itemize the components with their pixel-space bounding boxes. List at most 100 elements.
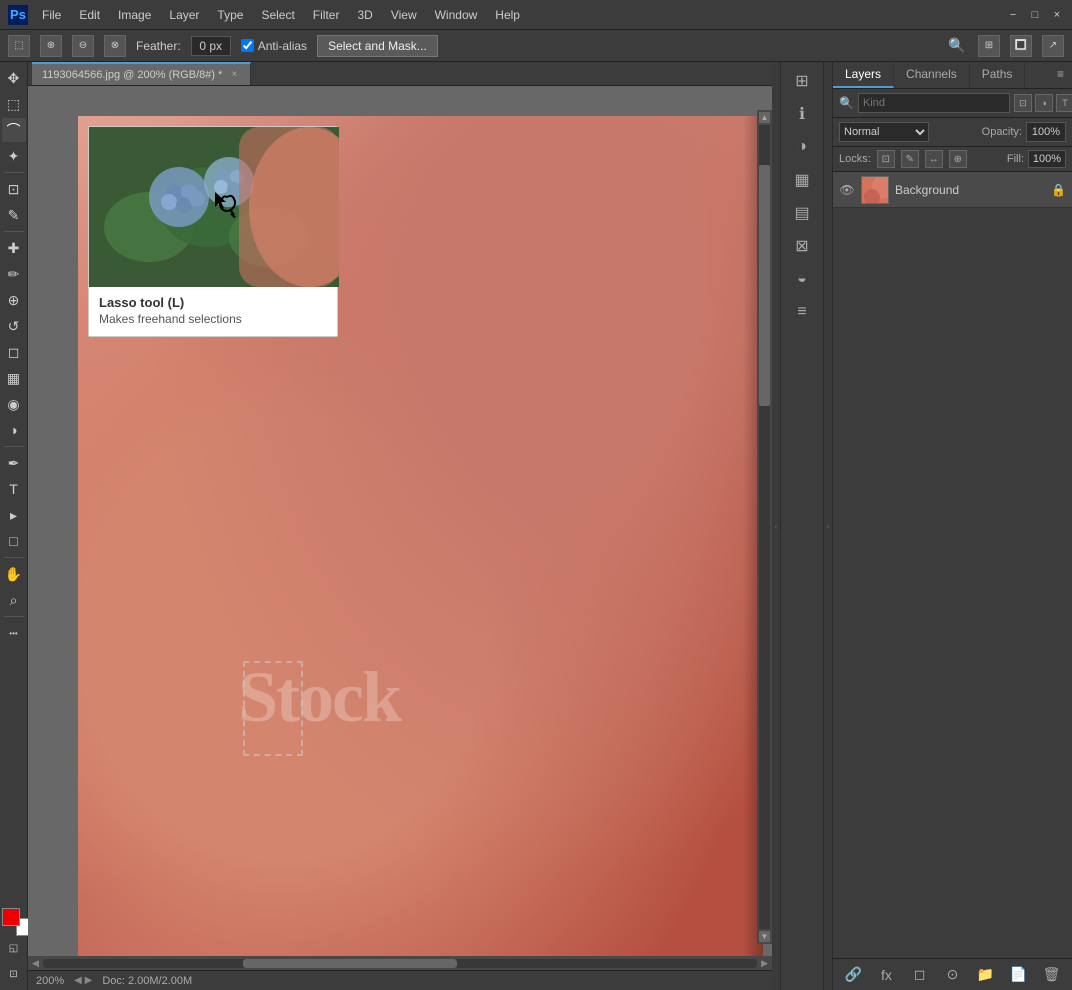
layer-visibility-icon[interactable]: 👁: [839, 182, 855, 198]
maximize-button[interactable]: □: [1028, 8, 1042, 22]
filter-type-icon[interactable]: T: [1056, 94, 1072, 112]
filter-adjust-icon[interactable]: ◑: [1035, 94, 1053, 112]
blend-mode-select[interactable]: Normal: [839, 122, 929, 142]
stamp-tool[interactable]: ⊕: [2, 288, 26, 312]
history-brush-tool[interactable]: ↺: [2, 314, 26, 338]
zoom-icon[interactable]: 🔳: [1010, 35, 1032, 57]
close-button[interactable]: ×: [1050, 8, 1064, 22]
left-collapse-handle[interactable]: ‹: [772, 62, 780, 990]
menu-3d[interactable]: 3D: [349, 6, 380, 24]
tool-desc-label: Makes freehand selections: [99, 312, 327, 326]
healing-tool[interactable]: ✚: [2, 236, 26, 260]
crop-tool[interactable]: ⊡: [2, 177, 26, 201]
tab-layers[interactable]: Layers: [833, 62, 894, 88]
arrange-icon[interactable]: ⊞: [978, 35, 1000, 57]
new-group-button[interactable]: 📁: [975, 964, 997, 986]
dodge-tool[interactable]: ◑: [2, 418, 26, 442]
magic-wand-tool[interactable]: ✦: [2, 144, 26, 168]
menu-type[interactable]: Type: [209, 6, 251, 24]
new-fill-layer-button[interactable]: ⊙: [942, 964, 964, 986]
fill-input[interactable]: [1028, 150, 1066, 168]
eyedropper-tool[interactable]: ✎: [2, 203, 26, 227]
scroll-right-arrow[interactable]: ▶: [761, 958, 768, 969]
lock-transparent-btn[interactable]: ⊡: [877, 150, 895, 168]
foreground-color-chip[interactable]: [2, 908, 20, 926]
opacity-input[interactable]: [1026, 122, 1066, 142]
more-tools-button[interactable]: •••: [2, 621, 26, 645]
layer-effects-button[interactable]: fx: [876, 964, 898, 986]
type-tool[interactable]: T: [2, 477, 26, 501]
gradients-icon[interactable]: ▤: [787, 198, 817, 228]
marquee-tool[interactable]: ⬚: [2, 92, 26, 116]
scrollbar-thumb[interactable]: [243, 959, 457, 968]
lock-pixels-btn[interactable]: ✎: [901, 150, 919, 168]
menu-window[interactable]: Window: [427, 6, 486, 24]
move-tool[interactable]: ✥: [2, 66, 26, 90]
scrollbar-track: [43, 959, 757, 968]
panel-menu-icon[interactable]: ≡: [1049, 62, 1072, 88]
patterns-icon[interactable]: ⊠: [787, 231, 817, 261]
blur-tool[interactable]: ◉: [2, 392, 26, 416]
new-layer-button[interactable]: 📄: [1008, 964, 1030, 986]
menu-filter[interactable]: Filter: [305, 6, 348, 24]
layers-panel: Layers Channels Paths ≡ 🔍 ⊡ ◑ T □ ⊕ ●: [832, 62, 1072, 990]
link-layers-button[interactable]: 🔗: [843, 964, 865, 986]
menu-image[interactable]: Image: [110, 6, 159, 24]
menu-view[interactable]: View: [383, 6, 425, 24]
eraser-tool[interactable]: ◻: [2, 340, 26, 364]
pen-tool[interactable]: ✒: [2, 451, 26, 475]
menu-layer[interactable]: Layer: [161, 6, 207, 24]
tool-preview-popup: Lasso tool (L) Makes freehand selections: [88, 126, 338, 337]
gradient-tool[interactable]: ▦: [2, 366, 26, 390]
adjustments-icon[interactable]: ◒: [787, 264, 817, 294]
layer-item-background[interactable]: 👁 Background 🔒: [833, 172, 1072, 208]
canvas-viewport[interactable]: Lasso tool (L) Makes freehand selections…: [28, 86, 772, 956]
right-collapse-handle[interactable]: ›: [824, 62, 832, 990]
histogram-icon[interactable]: ⊞: [787, 66, 817, 96]
nav-arrows[interactable]: ◀ ▶: [74, 975, 92, 986]
menu-edit[interactable]: Edit: [71, 6, 108, 24]
subtract-selection-icon[interactable]: ⊖: [72, 35, 94, 57]
lasso-tool[interactable]: ⌒: [2, 118, 26, 142]
color-chips[interactable]: [2, 908, 26, 932]
search-icon[interactable]: 🔍: [946, 35, 968, 57]
lock-artboard-btn[interactable]: ⊕: [949, 150, 967, 168]
window-controls: − □ ×: [1006, 8, 1064, 22]
info-icon[interactable]: ℹ: [787, 99, 817, 129]
share-icon[interactable]: ↗: [1042, 35, 1064, 57]
delete-layer-button[interactable]: 🗑: [1041, 964, 1063, 986]
filter-pixel-icon[interactable]: ⊡: [1014, 94, 1032, 112]
feather-input[interactable]: [191, 36, 231, 56]
swatches-icon[interactable]: ▦: [787, 165, 817, 195]
properties-icon[interactable]: ≡: [787, 297, 817, 327]
hand-tool[interactable]: ✋: [2, 562, 26, 586]
brush-tool[interactable]: ✏: [2, 262, 26, 286]
new-selection-icon[interactable]: ⬚: [8, 35, 30, 57]
document-tab[interactable]: 1193064566.jpg @ 200% (RGB/8#) * ×: [32, 62, 251, 85]
tool-name-label: Lasso tool (L): [99, 295, 327, 310]
color-icon[interactable]: ◑: [787, 132, 817, 162]
shape-tool[interactable]: □: [2, 529, 26, 553]
tab-channels[interactable]: Channels: [894, 62, 970, 88]
scroll-left-arrow[interactable]: ◀: [32, 958, 39, 969]
opacity-label: Opacity:: [982, 126, 1022, 138]
add-mask-button[interactable]: ◻: [909, 964, 931, 986]
select-and-mask-button[interactable]: Select and Mask...: [317, 35, 438, 57]
menu-file[interactable]: File: [34, 6, 69, 24]
antialias-checkbox[interactable]: Anti-alias: [241, 39, 307, 53]
screen-mode-button[interactable]: ⊡: [2, 962, 26, 986]
menu-help[interactable]: Help: [487, 6, 528, 24]
tab-close-icon[interactable]: ×: [228, 69, 240, 81]
layer-search-input[interactable]: [858, 93, 1010, 113]
zoom-tool[interactable]: ⌕: [2, 588, 26, 612]
vertical-scrollbar[interactable]: ▲ ▼: [757, 110, 772, 944]
quick-mask-button[interactable]: ◱: [2, 936, 26, 960]
intersect-selection-icon[interactable]: ⊗: [104, 35, 126, 57]
menu-select[interactable]: Select: [253, 6, 302, 24]
path-select-tool[interactable]: ▸: [2, 503, 26, 527]
minimize-button[interactable]: −: [1006, 8, 1020, 22]
lock-position-btn[interactable]: ↔: [925, 150, 943, 168]
selection-marquee: [243, 661, 303, 756]
tab-paths[interactable]: Paths: [970, 62, 1026, 88]
add-selection-icon[interactable]: ⊕: [40, 35, 62, 57]
